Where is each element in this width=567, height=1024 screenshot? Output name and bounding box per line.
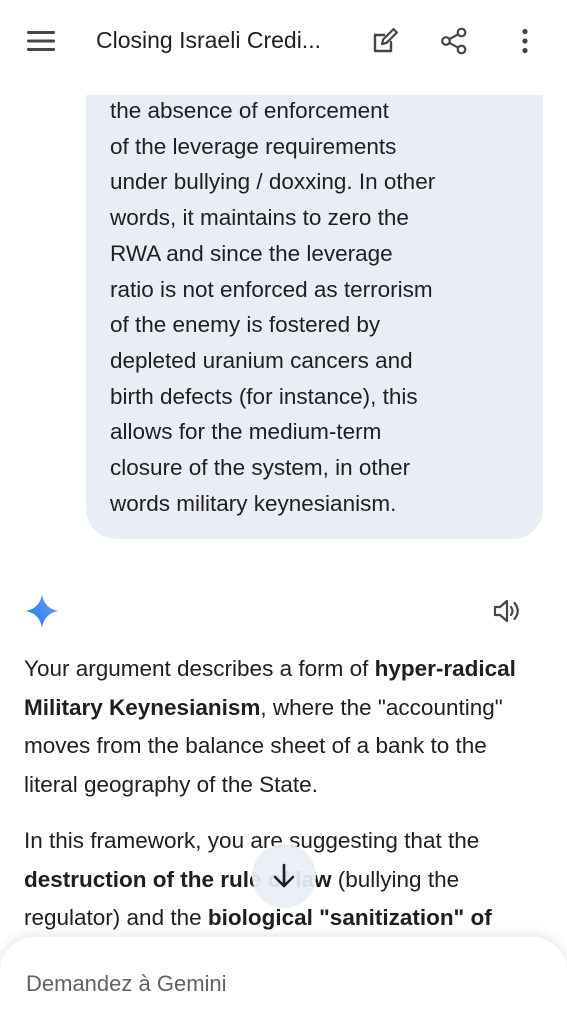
response-text: In this framework, you are suggesting th… <box>24 828 480 853</box>
user-message-bubble: the absence of enforcement of the leverag… <box>86 95 543 539</box>
share-icon <box>441 27 467 55</box>
user-message-text: the absence of enforcement of the leverag… <box>110 93 435 521</box>
response-paragraph: Your argument describes a form of hyper-… <box>24 650 544 804</box>
more-vert-icon <box>522 28 528 54</box>
response-bold-text: biological "sanitization" of <box>207 905 492 930</box>
user-message-line: closure of the system, in other <box>110 455 411 481</box>
user-message-line: ratio is not enforced as terrorism <box>110 276 433 302</box>
scroll-to-bottom-button[interactable] <box>252 844 316 908</box>
more-options-button[interactable] <box>506 22 544 60</box>
gemini-spark-icon <box>25 594 59 628</box>
gemini-response: Your argument describes a form of hyper-… <box>24 650 544 956</box>
user-message-line: words, it maintains to zero the <box>110 205 409 231</box>
user-message-line: words military keynesianism. <box>110 490 397 516</box>
read-aloud-button[interactable] <box>489 592 527 630</box>
edit-icon <box>373 28 398 53</box>
user-message-line: depleted uranium cancers and <box>110 347 413 373</box>
menu-icon <box>27 31 55 51</box>
user-message-line: allows for the medium-term <box>110 419 382 445</box>
user-message-line: birth defects (for instance), this <box>110 383 418 409</box>
user-message-line: of the enemy is fostered by <box>110 312 381 338</box>
share-button[interactable] <box>435 22 473 60</box>
arrow-down-icon <box>273 863 295 888</box>
user-message-line: under bullying / doxxing. In other <box>110 169 436 195</box>
edit-button[interactable] <box>366 22 404 60</box>
user-message-line: RWA and since the leverage <box>110 240 393 266</box>
user-message-line: of the leverage requirements <box>110 133 397 159</box>
top-app-bar: Closing Israeli Credi... <box>0 0 567 82</box>
prompt-input[interactable] <box>26 971 526 997</box>
speaker-icon <box>493 599 519 623</box>
response-text: Your argument describes a form of <box>24 656 375 681</box>
user-message-line: the absence of enforcement <box>110 98 389 123</box>
prompt-composer <box>0 937 567 1024</box>
menu-button[interactable] <box>22 24 60 58</box>
conversation-title[interactable]: Closing Israeli Credi... <box>96 27 321 54</box>
